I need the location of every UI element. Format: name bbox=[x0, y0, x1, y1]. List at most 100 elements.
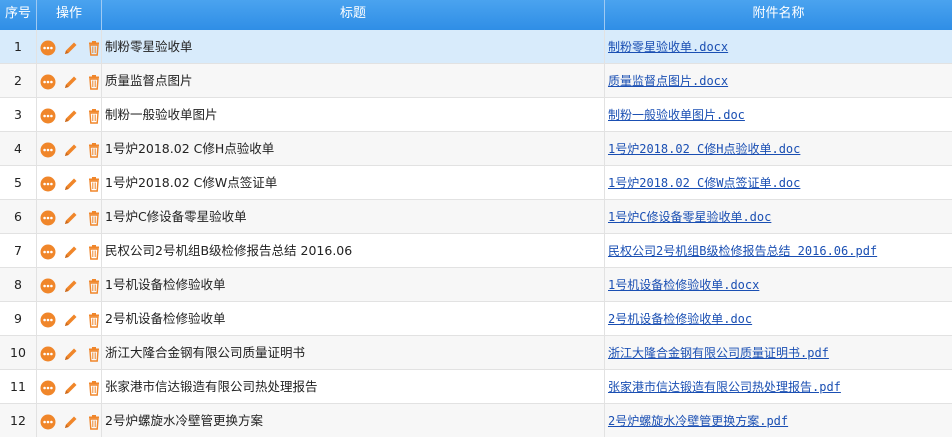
pencil-icon[interactable] bbox=[63, 244, 79, 260]
grid-body: 1 制粉零星验收单 制粉零星验收单.docx 2 质量监督点图片 质量监督点图片… bbox=[0, 30, 952, 437]
row-attachment-cell: 2号机设备检修验收单.doc bbox=[605, 302, 952, 335]
row-seq: 1 bbox=[0, 30, 37, 63]
trash-icon[interactable] bbox=[86, 312, 101, 328]
row-attachment-cell: 1号炉2018.02 C修W点签证单.doc bbox=[605, 166, 952, 199]
more-dots-icon[interactable] bbox=[40, 380, 56, 396]
row-attachment-cell: 民权公司2号机组B级检修报告总结 2016.06.pdf bbox=[605, 234, 952, 267]
table-row[interactable]: 2 质量监督点图片 质量监督点图片.docx bbox=[0, 64, 952, 98]
more-dots-icon[interactable] bbox=[40, 346, 56, 362]
trash-icon[interactable] bbox=[86, 244, 101, 260]
attachment-link[interactable]: 2号机设备检修验收单.doc bbox=[608, 312, 752, 326]
trash-icon[interactable] bbox=[86, 380, 101, 396]
table-row[interactable]: 5 1号炉2018.02 C修W点签证单 1号炉2018.02 C修W点签证单.… bbox=[0, 166, 952, 200]
trash-icon[interactable] bbox=[86, 142, 101, 158]
more-dots-icon[interactable] bbox=[40, 244, 56, 260]
more-dots-icon[interactable] bbox=[40, 176, 56, 192]
row-actions bbox=[37, 30, 102, 63]
more-dots-icon[interactable] bbox=[40, 74, 56, 90]
attachment-link[interactable]: 张家港市信达锻造有限公司热处理报告.pdf bbox=[608, 380, 841, 394]
attachment-link[interactable]: 制粉零星验收单.docx bbox=[608, 40, 728, 54]
header-title[interactable]: 标题 bbox=[102, 0, 605, 30]
row-seq: 10 bbox=[0, 336, 37, 369]
more-dots-icon[interactable] bbox=[40, 210, 56, 226]
row-attachment-cell: 浙江大隆合金钢有限公司质量证明书.pdf bbox=[605, 336, 952, 369]
table-row[interactable]: 8 1号机设备检修验收单 1号机设备检修验收单.docx bbox=[0, 268, 952, 302]
row-seq: 9 bbox=[0, 302, 37, 335]
row-title: 民权公司2号机组B级检修报告总结 2016.06 bbox=[102, 234, 605, 267]
more-dots-icon[interactable] bbox=[40, 312, 56, 328]
row-actions bbox=[37, 234, 102, 267]
pencil-icon[interactable] bbox=[63, 278, 79, 294]
trash-icon[interactable] bbox=[86, 278, 101, 294]
table-row[interactable]: 7 民权公司2号机组B级检修报告总结 2016.06 民权公司2号机组B级检修报… bbox=[0, 234, 952, 268]
header-seq[interactable]: 序号 bbox=[0, 0, 37, 30]
pencil-icon[interactable] bbox=[63, 176, 79, 192]
row-actions bbox=[37, 98, 102, 131]
pencil-icon[interactable] bbox=[63, 40, 79, 56]
pencil-icon[interactable] bbox=[63, 380, 79, 396]
row-title: 张家港市信达锻造有限公司热处理报告 bbox=[102, 370, 605, 403]
row-seq: 3 bbox=[0, 98, 37, 131]
trash-icon[interactable] bbox=[86, 414, 101, 430]
row-title: 制粉一般验收单图片 bbox=[102, 98, 605, 131]
row-attachment-cell: 质量监督点图片.docx bbox=[605, 64, 952, 97]
more-dots-icon[interactable] bbox=[40, 414, 56, 430]
pencil-icon[interactable] bbox=[63, 108, 79, 124]
row-title: 浙江大隆合金钢有限公司质量证明书 bbox=[102, 336, 605, 369]
row-seq: 2 bbox=[0, 64, 37, 97]
table-row[interactable]: 1 制粉零星验收单 制粉零星验收单.docx bbox=[0, 30, 952, 64]
attachment-link[interactable]: 民权公司2号机组B级检修报告总结 2016.06.pdf bbox=[608, 244, 877, 258]
table-row[interactable]: 3 制粉一般验收单图片 制粉一般验收单图片.doc bbox=[0, 98, 952, 132]
more-dots-icon[interactable] bbox=[40, 40, 56, 56]
row-seq: 6 bbox=[0, 200, 37, 233]
header-ops[interactable]: 操作 bbox=[37, 0, 102, 30]
attachment-link[interactable]: 质量监督点图片.docx bbox=[608, 74, 728, 88]
attachment-link[interactable]: 1号炉2018.02 C修W点签证单.doc bbox=[608, 176, 800, 190]
row-actions bbox=[37, 404, 102, 437]
row-title: 制粉零星验收单 bbox=[102, 30, 605, 63]
attachment-link[interactable]: 1号机设备检修验收单.docx bbox=[608, 278, 759, 292]
row-seq: 5 bbox=[0, 166, 37, 199]
row-attachment-cell: 2号炉螺旋水冷壁管更换方案.pdf bbox=[605, 404, 952, 437]
pencil-icon[interactable] bbox=[63, 74, 79, 90]
row-attachment-cell: 1号炉2018.02 C修H点验收单.doc bbox=[605, 132, 952, 165]
row-actions bbox=[37, 132, 102, 165]
pencil-icon[interactable] bbox=[63, 414, 79, 430]
trash-icon[interactable] bbox=[86, 176, 101, 192]
attachment-link[interactable]: 浙江大隆合金钢有限公司质量证明书.pdf bbox=[608, 346, 829, 360]
row-attachment-cell: 制粉零星验收单.docx bbox=[605, 30, 952, 63]
row-actions bbox=[37, 370, 102, 403]
table-row[interactable]: 10 浙江大隆合金钢有限公司质量证明书 浙江大隆合金钢有限公司质量证明书.pdf bbox=[0, 336, 952, 370]
row-actions bbox=[37, 302, 102, 335]
row-actions bbox=[37, 268, 102, 301]
row-attachment-cell: 张家港市信达锻造有限公司热处理报告.pdf bbox=[605, 370, 952, 403]
row-title: 1号炉2018.02 C修H点验收单 bbox=[102, 132, 605, 165]
attachment-link[interactable]: 1号炉2018.02 C修H点验收单.doc bbox=[608, 142, 800, 156]
more-dots-icon[interactable] bbox=[40, 142, 56, 158]
table-row[interactable]: 4 1号炉2018.02 C修H点验收单 1号炉2018.02 C修H点验收单.… bbox=[0, 132, 952, 166]
grid-header: 序号 操作 标题 附件名称 bbox=[0, 0, 952, 30]
trash-icon[interactable] bbox=[86, 346, 101, 362]
trash-icon[interactable] bbox=[86, 74, 101, 90]
attachment-link[interactable]: 1号炉C修设备零星验收单.doc bbox=[608, 210, 771, 224]
pencil-icon[interactable] bbox=[63, 142, 79, 158]
row-seq: 12 bbox=[0, 404, 37, 437]
table-row[interactable]: 6 1号炉C修设备零星验收单 1号炉C修设备零星验收单.doc bbox=[0, 200, 952, 234]
table-row[interactable]: 12 2号炉螺旋水冷壁管更换方案 2号炉螺旋水冷壁管更换方案.pdf bbox=[0, 404, 952, 437]
pencil-icon[interactable] bbox=[63, 312, 79, 328]
more-dots-icon[interactable] bbox=[40, 108, 56, 124]
more-dots-icon[interactable] bbox=[40, 278, 56, 294]
table-row[interactable]: 9 2号机设备检修验收单 2号机设备检修验收单.doc bbox=[0, 302, 952, 336]
attachment-link[interactable]: 制粉一般验收单图片.doc bbox=[608, 108, 745, 122]
table-row[interactable]: 11 张家港市信达锻造有限公司热处理报告 张家港市信达锻造有限公司热处理报告.p… bbox=[0, 370, 952, 404]
row-attachment-cell: 制粉一般验收单图片.doc bbox=[605, 98, 952, 131]
trash-icon[interactable] bbox=[86, 210, 101, 226]
trash-icon[interactable] bbox=[86, 108, 101, 124]
trash-icon[interactable] bbox=[86, 40, 101, 56]
pencil-icon[interactable] bbox=[63, 346, 79, 362]
header-attachment[interactable]: 附件名称 bbox=[605, 0, 952, 30]
pencil-icon[interactable] bbox=[63, 210, 79, 226]
row-actions bbox=[37, 64, 102, 97]
attachment-link[interactable]: 2号炉螺旋水冷壁管更换方案.pdf bbox=[608, 414, 788, 428]
row-actions bbox=[37, 336, 102, 369]
